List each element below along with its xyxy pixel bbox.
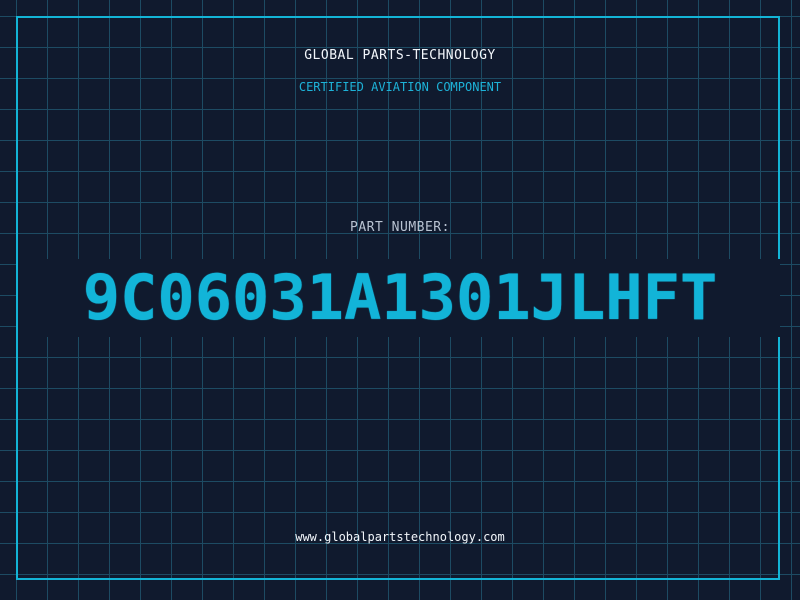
part-number-label: PART NUMBER: bbox=[350, 220, 450, 235]
part-number-value: 9C06031A1301JLHFT bbox=[82, 261, 718, 334]
certificate-canvas: GLOBAL PARTS-TECHNOLOGY CERTIFIED AVIATI… bbox=[0, 0, 800, 600]
company-title: GLOBAL PARTS-TECHNOLOGY bbox=[304, 48, 496, 63]
website-url: www.globalpartstechnology.com bbox=[295, 530, 505, 544]
certification-subtitle: CERTIFIED AVIATION COMPONENT bbox=[298, 80, 502, 94]
